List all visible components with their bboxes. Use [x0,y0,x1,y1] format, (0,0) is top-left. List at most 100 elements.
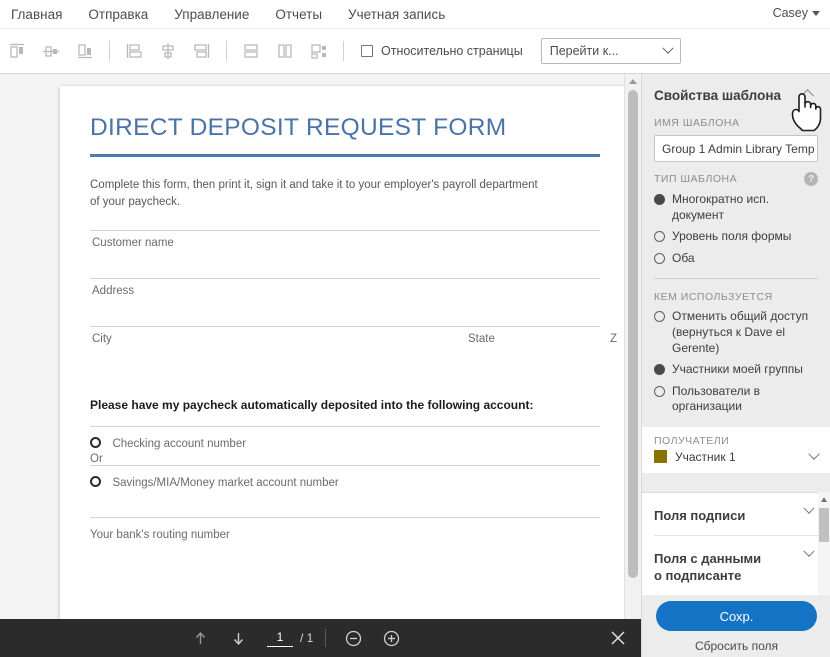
recipient-selector[interactable]: Участник 1 [654,448,820,464]
field-label-zip: Z [610,333,618,346]
document-content: DIRECT DEPOSIT REQUEST FORM Complete thi… [60,86,630,543]
document-title-rule [90,154,600,157]
radio-org-users[interactable]: Пользователи в организации [654,384,818,415]
panel-footer: Сохр. Сбросить поля [642,595,830,657]
close-viewer-button[interactable] [609,629,627,647]
nav-item-send[interactable]: Отправка [88,7,148,22]
match-size-icon[interactable] [304,36,334,66]
align-vertical-group [0,36,102,66]
scroll-up-button[interactable] [625,74,641,88]
radio-icon-3 [654,311,665,323]
radio-my-group[interactable]: Участники моей группы [654,362,818,378]
panel-title: Свойства шаблона [654,88,781,103]
radio-icon-2 [654,252,665,264]
document-page[interactable]: DIRECT DEPOSIT REQUEST FORM Complete thi… [60,86,630,619]
field-group-label-signer-info: Поля с данными о подписанте [654,550,762,584]
toolbar-divider-3 [343,41,344,61]
recipients-section: ПОЛУЧАТЕЛИ Участник 1 [642,426,830,473]
field-group-signer-info-fields[interactable]: Поля с данными о подписанте [642,536,830,595]
previous-page-button[interactable] [185,623,215,653]
radio-label-org-users: Пользователи в организации [672,383,761,414]
option-or-label: Or [90,453,103,466]
template-name-section: ИМЯ ШАБЛОНА Group 1 Admin Library Temp [642,117,830,162]
field-label-state: State [468,333,495,346]
checkbox-icon [361,45,373,57]
chevron-up-icon[interactable] [801,89,814,102]
question-mark-icon[interactable]: ? [804,172,818,186]
page-number-input[interactable]: 1 [267,630,293,647]
field-group-signature-fields[interactable]: Поля подписи [642,493,830,535]
template-properties-panel: Свойства шаблона ИМЯ ШАБЛОНА Group 1 Adm… [641,74,830,657]
document-intro-line2: of your paycheck. [90,196,181,209]
next-page-button[interactable] [223,623,253,653]
field-label-routing: Your bank's routing number [90,529,230,542]
chevron-down-icon [803,545,815,557]
align-center-icon[interactable] [153,36,183,66]
nav-item-home[interactable]: Главная [11,7,62,22]
page-total-label: / 1 [300,631,314,645]
used-by-label: КЕМ ИСПОЛЬЗУЕТСЯ [654,291,773,304]
radio-label-both: Оба [672,250,695,265]
document-scrollbar[interactable] [624,74,640,619]
template-type-label-row: ТИП ШАБЛОНА ? [654,172,818,186]
nav-item-account[interactable]: Учетная запись [348,7,445,22]
radio-reusable-document[interactable]: Многократно исп. документ [654,192,818,223]
toolbar-divider [109,41,110,61]
radio-circle-icon [90,437,101,449]
form-field-city-state-zip[interactable]: City State Z [90,326,617,374]
reset-fields-link[interactable]: Сбросить поля [656,639,817,653]
triangle-up-icon [629,78,637,84]
radio-unshare[interactable]: Отменить общий доступ (вернуться к Dave … [654,309,818,356]
bottombar-divider [325,629,327,647]
chevron-down-icon [808,448,820,460]
save-button[interactable]: Сохр. [656,601,817,631]
nav-item-list: Главная Отправка Управление Отчеты Учетн… [0,7,471,22]
zoom-out-button[interactable] [338,623,368,653]
form-field-routing-number[interactable]: Your bank's routing number [90,517,600,543]
field-groups-scrollbar[interactable] [818,492,830,612]
radio-label-my-group: Участники моей группы [672,362,803,377]
alignment-toolbar: Относительно страницы Перейти к... [0,29,830,74]
align-horizontal-group [117,36,219,66]
nav-item-reports[interactable]: Отчеты [275,7,322,22]
top-navigation-bar: Главная Отправка Управление Отчеты Учетн… [0,0,830,29]
form-field-customer-name[interactable]: Customer name [90,230,600,278]
form-field-checking-account[interactable]: Checking account number Or [90,426,600,465]
panel-divider [654,278,818,280]
document-work-area: DIRECT DEPOSIT REQUEST FORM Complete thi… [0,74,645,619]
radio-label-reusable-document: Многократно исп. документ [672,192,770,222]
goto-select[interactable]: Перейти к... [540,38,681,64]
form-field-savings-account[interactable]: Savings/MIA/Money market account number [90,465,600,503]
chevron-down-icon [812,10,820,16]
radio-icon-4 [654,385,665,397]
document-intro-line1: Complete this form, then print it, sign … [90,178,538,191]
field-groups-scrollbar-thumb[interactable] [819,508,829,542]
radio-both[interactable]: Оба [654,251,818,267]
panel-header: Свойства шаблона [642,74,830,113]
template-name-label: ИМЯ ШАБЛОНА [654,117,740,129]
form-field-address[interactable]: Address [90,278,600,326]
user-menu[interactable]: Casey [773,6,820,20]
distribute-vertical-icon[interactable] [236,36,266,66]
field-groups-list: Поля подписи Поля с данными о подписанте [642,492,830,612]
align-left-icon[interactable] [119,36,149,66]
template-type-label: ТИП ШАБЛОНА [654,173,738,185]
template-name-input[interactable]: Group 1 Admin Library Temp [654,135,818,162]
radio-form-field-layer[interactable]: Уровень поля формы [654,229,818,245]
nav-item-manage[interactable]: Управление [174,7,249,22]
align-bottom-icon[interactable] [70,36,100,66]
zoom-in-button[interactable] [376,623,406,653]
align-top-icon[interactable] [2,36,32,66]
goto-select-value: Перейти к... [549,44,619,58]
align-middle-horizontal-icon[interactable] [36,36,66,66]
document-title: DIRECT DEPOSIT REQUEST FORM [90,114,507,141]
user-name-label: Casey [772,6,808,20]
toolbar-divider-2 [226,41,227,61]
radio-icon-selected-2 [654,364,665,376]
align-right-icon[interactable] [187,36,217,66]
match-width-icon[interactable] [270,36,300,66]
scrollbar-thumb[interactable] [628,90,638,578]
relative-to-page-checkbox[interactable]: Относительно страницы [361,44,523,58]
template-type-section: ТИП ШАБЛОНА ? Многократно исп. документ … [642,172,830,280]
scroll-up-arrow-icon[interactable] [820,496,828,504]
